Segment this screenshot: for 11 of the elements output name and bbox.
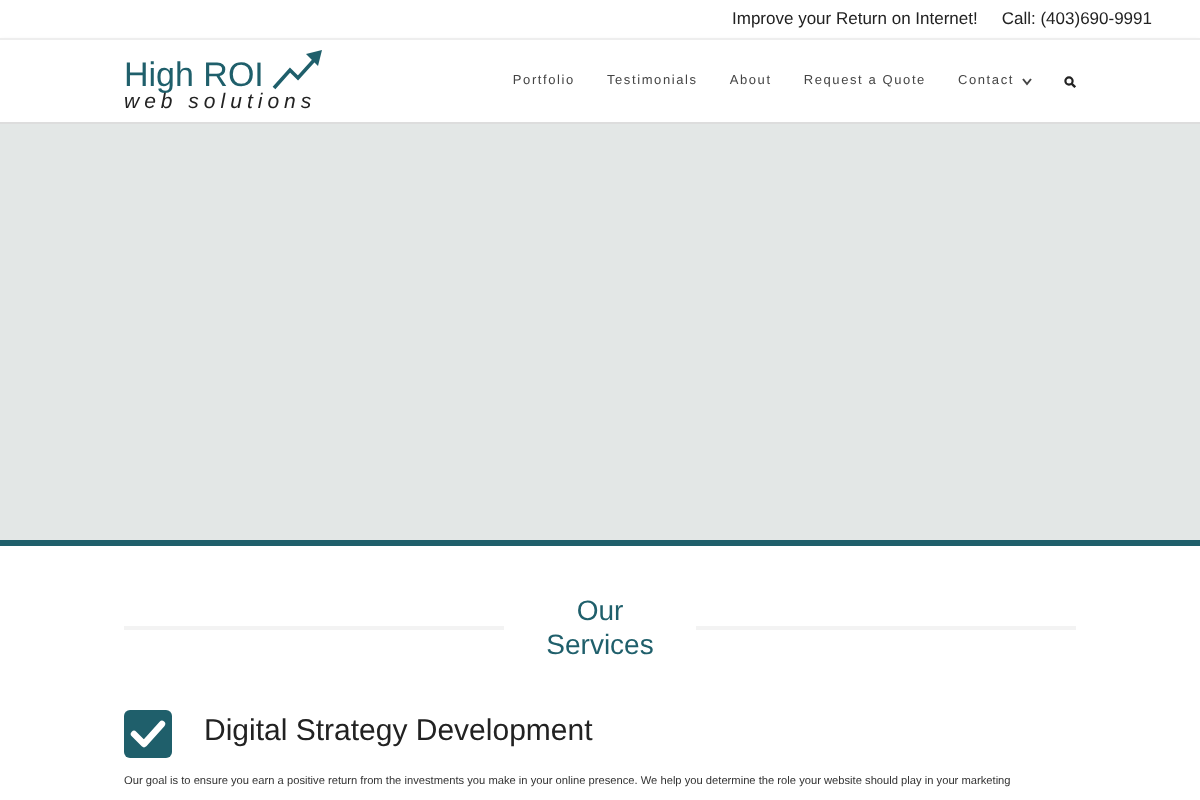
logo-subtitle: web solutions: [124, 92, 319, 114]
phone-number: Call: (403)690-9991: [1001, 6, 1152, 32]
chevron-down-icon: [1022, 77, 1032, 85]
search-button[interactable]: [1064, 75, 1076, 87]
search-icon: [1064, 75, 1076, 87]
checkmark-icon: [124, 709, 172, 758]
tagline: Improve your Return on Internet!: [732, 6, 978, 32]
logo-title: High ROI: [124, 58, 264, 93]
service-title: Digital Strategy Development: [204, 712, 593, 753]
section-heading: Our Services: [544, 594, 656, 662]
trend-arrow-icon: [271, 48, 324, 93]
